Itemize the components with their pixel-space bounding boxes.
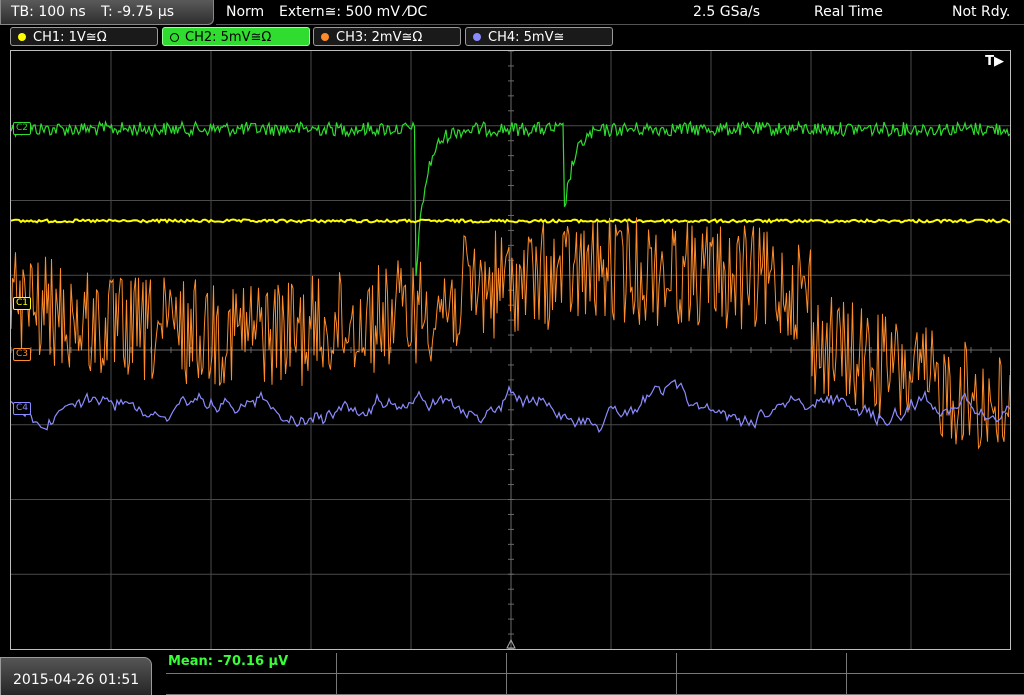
channel-2-tab[interactable]: CH2: 5mV≅Ω (162, 27, 310, 46)
waveform-display[interactable]: T▶ C2 C1 C3 C4 (10, 50, 1011, 650)
channel-1-reference-marker[interactable]: C1 (13, 297, 32, 310)
measurement-divider (336, 653, 337, 695)
trigger-mode-label: Norm (226, 4, 265, 20)
mean-measurement: Mean: -70.16 µV (168, 654, 289, 669)
measurement-divider (506, 653, 507, 695)
measurement-row-empty (166, 674, 1024, 695)
trigger-position-marker: T▶ (985, 54, 1004, 69)
channel-1-label: CH1: 1V≅Ω (33, 30, 107, 45)
channel-3-reference-marker[interactable]: C3 (13, 348, 32, 361)
measurement-divider (676, 653, 677, 695)
acquisition-mode-label: Real Time (814, 4, 883, 20)
channel-1-dot-icon (18, 33, 26, 41)
datetime-label: 2015-04-26 01:51 (13, 672, 140, 688)
datetime-panel: 2015-04-26 01:51 (0, 657, 152, 695)
measurement-divider (846, 653, 847, 695)
channel-4-label: CH4: 5mV≅ (488, 30, 565, 45)
trigger-panel[interactable]: Norm Extern≅: 500 mV ⁄DC 2.5 GSa/s Real … (216, 0, 1024, 25)
channel-3-label: CH3: 2mV≅Ω (336, 30, 423, 45)
channel-2-reference-marker[interactable]: C2 (13, 122, 32, 135)
trigger-source-label: Extern≅: 500 mV ⁄DC (279, 4, 428, 20)
top-status-bar: TB: 100 ns T: -9.75 µs Norm Extern≅: 500… (0, 0, 1024, 25)
waveform-canvas (11, 51, 1010, 649)
timebase-label: TB: 100 ns (11, 4, 86, 20)
measurement-row (166, 653, 1024, 674)
channel-3-dot-icon (321, 33, 329, 41)
trigger-time-label: T: -9.75 µs (101, 4, 175, 20)
channel-4-dot-icon (473, 33, 481, 41)
channel-2-label: CH2: 5mV≅Ω (185, 30, 272, 45)
timebase-panel[interactable]: TB: 100 ns T: -9.75 µs (0, 0, 214, 25)
status-label: Not Rdy. (952, 4, 1011, 20)
channel-2-dot-icon (170, 33, 179, 42)
channel-4-reference-marker[interactable]: C4 (13, 402, 32, 415)
channel-4-tab[interactable]: CH4: 5mV≅ (465, 27, 613, 46)
channel-3-tab[interactable]: CH3: 2mV≅Ω (313, 27, 461, 46)
measurement-table[interactable]: Mean: -70.16 µV (166, 653, 1024, 695)
channel-bar: CH1: 1V≅Ω CH2: 5mV≅Ω CH3: 2mV≅Ω CH4: 5mV… (0, 26, 1024, 48)
sample-rate-label: 2.5 GSa/s (693, 4, 761, 20)
channel-1-tab[interactable]: CH1: 1V≅Ω (10, 27, 158, 46)
